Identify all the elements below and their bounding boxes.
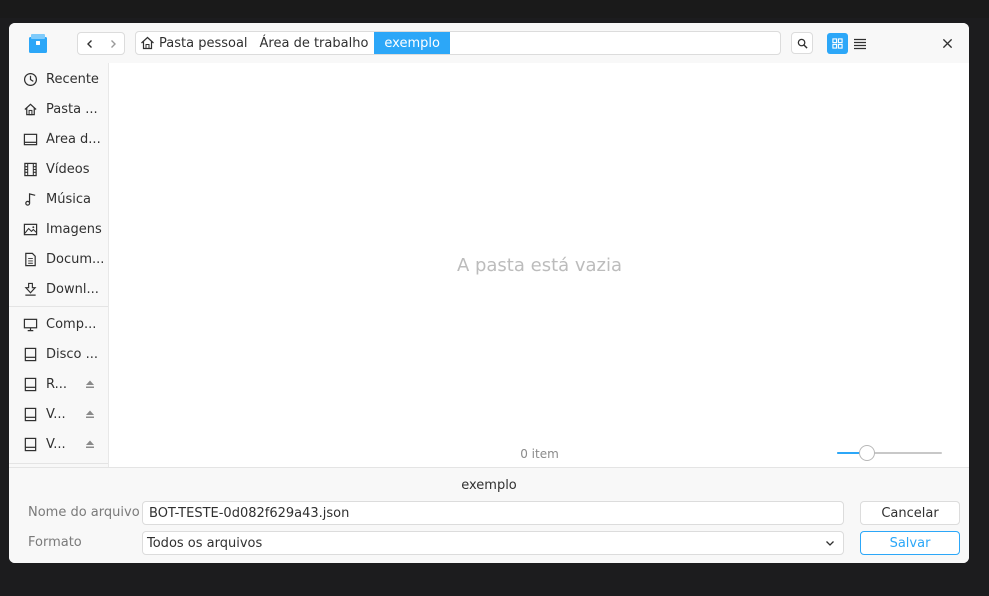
sidebar-item-desktop[interactable]: Área d... bbox=[9, 124, 108, 154]
sidebar-item-label: Comp... bbox=[46, 316, 97, 332]
chevron-right-icon bbox=[110, 39, 116, 48]
current-folder-label: exemplo bbox=[461, 478, 517, 493]
filename-field[interactable] bbox=[142, 501, 844, 525]
sidebar-item-documents[interactable]: Docum... bbox=[9, 244, 108, 274]
sidebar-item-label: Música bbox=[46, 191, 91, 207]
save-footer: exemplo Nome do arquivo Formato Todos os… bbox=[9, 467, 969, 563]
desktop-icon bbox=[22, 131, 38, 147]
breadcrumb: Pasta pessoal Área de trabalho exemplo bbox=[135, 31, 781, 55]
format-label: Formato bbox=[28, 535, 82, 550]
music-icon bbox=[22, 191, 38, 207]
eject-icon[interactable] bbox=[85, 409, 95, 419]
sidebar-item-home[interactable]: Pasta ... bbox=[9, 94, 108, 124]
background-top-bar bbox=[0, 0, 989, 18]
sidebar-item-computer[interactable]: Comp... bbox=[9, 309, 108, 339]
list-view-button[interactable] bbox=[849, 33, 870, 54]
sidebar-item-label: R... bbox=[46, 376, 67, 392]
close-icon bbox=[942, 38, 952, 48]
home-icon bbox=[22, 101, 38, 117]
save-button[interactable]: Salvar bbox=[860, 531, 960, 555]
home-icon bbox=[141, 36, 154, 50]
image-icon bbox=[22, 221, 38, 237]
sidebar-item-label: Downl... bbox=[46, 281, 99, 297]
sidebar-item-drive-v2[interactable]: V... bbox=[9, 429, 108, 459]
disk-icon bbox=[22, 346, 38, 362]
search-button[interactable] bbox=[791, 32, 813, 54]
save-file-dialog: Pasta pessoal Área de trabalho exemplo R… bbox=[9, 23, 969, 563]
sidebar: Recente Pasta ... Área d... Vídeos Músic… bbox=[9, 63, 109, 467]
sidebar-item-drive-v1[interactable]: V... bbox=[9, 399, 108, 429]
icon-size-slider[interactable] bbox=[837, 445, 942, 461]
video-icon bbox=[22, 161, 38, 177]
disk-icon bbox=[22, 436, 38, 452]
cancel-button[interactable]: Cancelar bbox=[860, 501, 960, 525]
slider-handle[interactable] bbox=[859, 445, 875, 461]
file-manager-icon bbox=[28, 33, 48, 54]
disk-icon bbox=[22, 406, 38, 422]
sidebar-item-label: Recente bbox=[46, 71, 99, 87]
title-bar: Pasta pessoal Área de trabalho exemplo bbox=[9, 23, 969, 63]
file-view[interactable]: A pasta está vazia 0 item bbox=[110, 63, 969, 467]
grid-view-button[interactable] bbox=[827, 33, 848, 54]
sidebar-item-label: Vídeos bbox=[46, 161, 90, 177]
navigation-buttons bbox=[77, 32, 125, 55]
breadcrumb-desktop[interactable]: Área de trabalho bbox=[254, 32, 375, 54]
sidebar-divider bbox=[9, 306, 108, 307]
eject-icon[interactable] bbox=[85, 379, 95, 389]
disk-icon bbox=[22, 376, 38, 392]
document-icon bbox=[22, 251, 38, 267]
list-view-icon bbox=[853, 38, 866, 49]
sidebar-item-videos[interactable]: Vídeos bbox=[9, 154, 108, 184]
back-button[interactable] bbox=[78, 33, 101, 54]
sidebar-item-label: Área d... bbox=[46, 131, 101, 147]
chevron-down-icon bbox=[826, 541, 834, 546]
grid-view-icon bbox=[832, 38, 843, 49]
clock-icon bbox=[22, 71, 38, 87]
eject-icon[interactable] bbox=[85, 439, 95, 449]
sidebar-item-label: Disco ... bbox=[46, 346, 99, 362]
empty-folder-message: A pasta está vazia bbox=[456, 255, 623, 276]
search-icon bbox=[797, 38, 808, 49]
forward-button[interactable] bbox=[101, 33, 124, 54]
sidebar-item-drive-r[interactable]: R... bbox=[9, 369, 108, 399]
sidebar-item-label: Pasta ... bbox=[46, 101, 98, 117]
sidebar-item-label: Imagens bbox=[46, 221, 102, 237]
breadcrumb-home-label: Pasta pessoal bbox=[159, 35, 248, 51]
sidebar-item-music[interactable]: Música bbox=[9, 184, 108, 214]
sidebar-item-disk[interactable]: Disco ... bbox=[9, 339, 108, 369]
format-select-value: Todos os arquivos bbox=[147, 535, 263, 551]
breadcrumb-home[interactable]: Pasta pessoal bbox=[136, 32, 254, 54]
sidebar-divider bbox=[9, 463, 108, 464]
breadcrumb-current[interactable]: exemplo bbox=[374, 32, 450, 54]
sidebar-item-label: V... bbox=[46, 406, 66, 422]
computer-icon bbox=[22, 316, 38, 332]
sidebar-item-label: Docum... bbox=[46, 251, 105, 267]
close-button[interactable] bbox=[939, 35, 955, 51]
sidebar-item-label: V... bbox=[46, 436, 66, 452]
filename-label: Nome do arquivo bbox=[28, 505, 140, 520]
chevron-left-icon bbox=[86, 39, 92, 48]
sidebar-item-recent[interactable]: Recente bbox=[9, 64, 108, 94]
format-select[interactable]: Todos os arquivos bbox=[142, 531, 844, 555]
sidebar-item-images[interactable]: Imagens bbox=[9, 214, 108, 244]
download-icon bbox=[22, 281, 38, 297]
sidebar-item-downloads[interactable]: Downl... bbox=[9, 274, 108, 304]
